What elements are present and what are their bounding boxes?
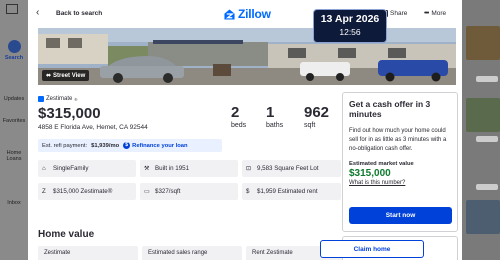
more-button[interactable]: ••• More xyxy=(424,10,446,17)
listing-badge xyxy=(476,136,498,142)
listing-thumbnail xyxy=(466,26,500,60)
sidebar-item-label: Favorites xyxy=(2,118,26,124)
sqft-stat: 962 sqft xyxy=(304,104,329,129)
fact-year-built: ⚒ Built in 1951 xyxy=(140,160,238,177)
refi-prefix: Est. refi payment: xyxy=(42,142,88,149)
start-now-button[interactable]: Start now xyxy=(349,207,452,224)
beds-count: 2 xyxy=(231,104,240,121)
background-listings xyxy=(462,0,500,260)
house-photo xyxy=(38,28,456,85)
clock-time: 12:56 xyxy=(339,27,361,37)
refinance-link-label: Refinance your loan xyxy=(132,142,188,149)
what-is-this-link[interactable]: What is this number? xyxy=(349,180,451,186)
dollar-circle-icon: $ xyxy=(123,142,131,149)
menu-icon[interactable] xyxy=(6,4,18,14)
search-icon xyxy=(7,40,21,53)
estimated-value-label: Estimated market value xyxy=(349,161,414,167)
fact-text: $315,000 Zestimate® xyxy=(53,188,113,195)
home-value-card-label: Zestimate xyxy=(44,250,71,256)
baths-label: baths xyxy=(266,122,284,129)
more-label: More xyxy=(431,10,447,17)
lot-icon: ⊡ xyxy=(246,165,252,172)
fact-estimated-rent: $ $1,959 Estimated rent xyxy=(242,183,341,200)
street-view-button[interactable]: ⬌ Street View xyxy=(42,70,90,81)
street-view-icon: ⬌ xyxy=(46,73,52,79)
hammer-icon: ⚒ xyxy=(144,165,150,172)
fact-text: SingleFamily xyxy=(53,165,89,172)
fact-price-per-sqft: ▭ $327/sqft xyxy=(140,183,238,200)
listing-price: $315,000 xyxy=(38,105,101,122)
zestimate-tag: Zestimate ® xyxy=(38,96,77,102)
zillow-logo-text: Zillow xyxy=(238,7,271,21)
sidebar-item-label: Home Loans xyxy=(6,150,22,162)
app-sidebar: Search Updates Favorites Home Loans Inbo… xyxy=(0,0,28,260)
listing-badge xyxy=(476,184,498,190)
baths-stat: 1 baths xyxy=(266,104,283,129)
ruler-icon: ▭ xyxy=(144,188,150,195)
registered-mark: ® xyxy=(74,96,78,102)
claim-home-button[interactable]: Claim home xyxy=(320,240,424,258)
modal-header: ‹ Back to search Zillow Share ••• More xyxy=(28,0,462,28)
fact-zestimate: Z $315,000 Zestimate® xyxy=(38,183,136,200)
sidebar-item-label: Search xyxy=(4,55,24,61)
listing-photo[interactable] xyxy=(38,28,456,85)
sidebar-item-label: Updates xyxy=(3,96,25,102)
sqft-count: 962 xyxy=(304,104,330,121)
baths-count: 1 xyxy=(266,104,275,121)
home-value-card-label: Rent Zestimate xyxy=(252,250,293,256)
fact-text: Built in 1951 xyxy=(155,165,190,172)
beds-stat: 2 beds xyxy=(231,104,246,129)
street-view-label: Street View xyxy=(53,72,86,79)
fact-text: $1,959 Estimated rent xyxy=(257,188,318,195)
home-value-card: Estimated sales range xyxy=(142,246,242,260)
share-label: Share xyxy=(390,10,408,17)
home-icon: ⌂ xyxy=(42,165,46,172)
fact-lot-size: ⊡ 9,583 Square Feet Lot xyxy=(242,160,341,177)
refi-value: $1,939/mo xyxy=(91,142,120,149)
chevron-left-icon[interactable]: ‹ xyxy=(36,8,46,18)
listing-thumbnail xyxy=(466,98,500,132)
back-to-search-link[interactable]: Back to search xyxy=(56,10,102,17)
fact-text: 9,583 Square Feet Lot xyxy=(257,165,319,172)
listing-modal: ‹ Back to search Zillow Share ••• More ⬌… xyxy=(28,0,462,260)
more-dots-icon: ••• xyxy=(424,10,429,17)
clock-date: 13 Apr 2026 xyxy=(320,13,380,25)
zillow-logo[interactable]: Zillow xyxy=(224,7,271,21)
sidebar-item-updates[interactable]: Updates xyxy=(0,96,28,102)
sidebar-item-home-loans[interactable]: Home Loans xyxy=(0,150,28,162)
sqft-label: sqft xyxy=(304,122,316,129)
home-value-card: Zestimate xyxy=(38,246,138,260)
estimated-value: $315,000 xyxy=(349,168,391,179)
sidebar-item-favorites[interactable]: Favorites xyxy=(0,118,28,124)
refinance-link[interactable]: $ Refinance your loan xyxy=(123,142,188,149)
cash-offer-card: Get a cash offer in 3 minutes Find out h… xyxy=(342,92,458,232)
cash-offer-description: Find out how much your home could sell f… xyxy=(349,128,447,152)
fact-text: $327/sqft xyxy=(155,188,181,195)
beds-label: beds xyxy=(231,122,247,129)
listing-badge xyxy=(476,76,498,82)
listing-address: 4858 E Florida Ave, Hemet, CA 92544 xyxy=(38,124,148,131)
zillow-logo-icon xyxy=(224,8,235,20)
home-value-card-label: Estimated sales range xyxy=(148,250,208,256)
zestimate-icon: Z xyxy=(42,188,46,195)
zestimate-tag-label: Zestimate xyxy=(46,96,73,102)
listing-thumbnail xyxy=(466,200,500,234)
sidebar-item-search[interactable]: Search xyxy=(0,40,28,61)
clock-overlay: 13 Apr 2026 12:56 xyxy=(313,9,387,43)
sidebar-item-inbox[interactable]: Inbox xyxy=(0,200,28,206)
fact-home-type: ⌂ SingleFamily xyxy=(38,160,136,177)
dollar-icon: $ xyxy=(246,188,250,195)
home-value-heading: Home value xyxy=(38,229,95,240)
sidebar-item-label: Inbox xyxy=(7,200,21,206)
zestimate-logo-icon xyxy=(38,96,44,102)
refi-banner: Est. refi payment: $1,939/mo $ Refinance… xyxy=(38,139,222,152)
cash-offer-title: Get a cash offer in 3 minutes xyxy=(349,99,431,119)
